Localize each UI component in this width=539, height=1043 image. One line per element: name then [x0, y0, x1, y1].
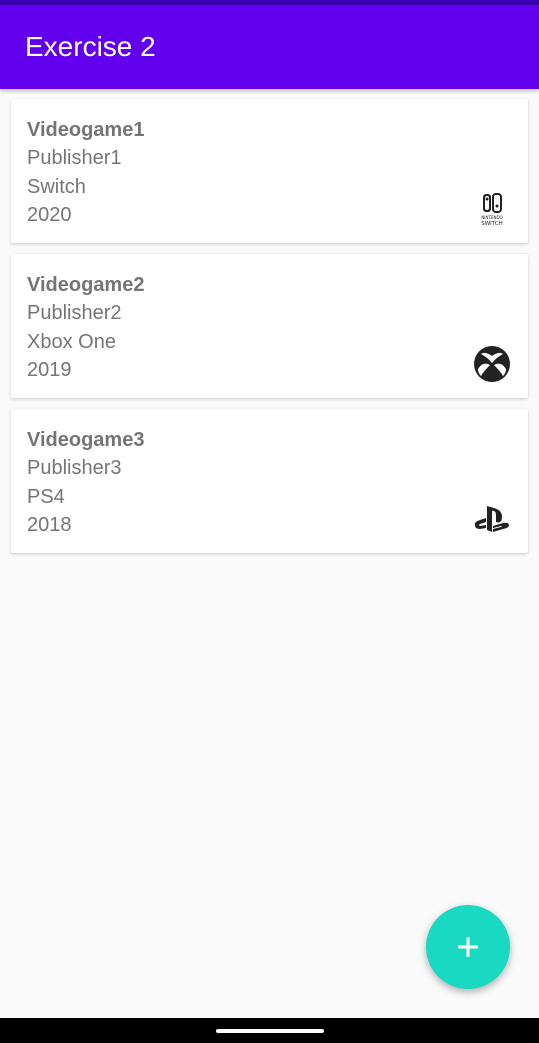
- videogame-card[interactable]: Videogame2 Publisher2 Xbox One 2019: [11, 254, 528, 398]
- videogame-title: Videogame3: [27, 429, 145, 451]
- nintendo-switch-icon: NINTENDO SWITCH: [472, 189, 512, 229]
- nintendo-label: NINTENDO: [481, 215, 502, 220]
- videogame-card[interactable]: Videogame3 Publisher3 PS4 2018: [11, 409, 528, 553]
- videogame-list: Videogame1 Publisher1 Switch 2020 NINTEN…: [11, 99, 529, 564]
- xbox-icon: [472, 344, 512, 384]
- videogame-publisher: Publisher3: [27, 457, 122, 479]
- system-navigation-bar: [0, 1018, 539, 1043]
- videogame-publisher: Publisher1: [27, 147, 122, 169]
- videogame-card[interactable]: Videogame1 Publisher1 Switch 2020 NINTEN…: [11, 99, 528, 243]
- videogame-platform: Xbox One: [27, 331, 116, 353]
- videogame-platform: PS4: [27, 486, 65, 508]
- app-screen: Exercise 2 Videogame1 Publisher1 Switch …: [0, 0, 539, 1043]
- videogame-publisher: Publisher2: [27, 302, 122, 324]
- app-title: Exercise 2: [25, 31, 156, 62]
- videogame-year: 2020: [27, 204, 72, 226]
- plus-icon: [458, 937, 478, 957]
- videogame-title: Videogame1: [27, 119, 145, 141]
- videogame-platform: Switch: [27, 176, 86, 198]
- add-videogame-button[interactable]: [426, 905, 510, 989]
- videogame-year: 2019: [27, 359, 72, 381]
- videogame-year: 2018: [27, 514, 72, 536]
- playstation-icon: [472, 499, 512, 539]
- switch-label: SWITCH: [481, 221, 503, 227]
- app-bar: Exercise 2: [0, 5, 539, 89]
- home-gesture-handle[interactable]: [216, 1029, 324, 1033]
- videogame-title: Videogame2: [27, 274, 145, 296]
